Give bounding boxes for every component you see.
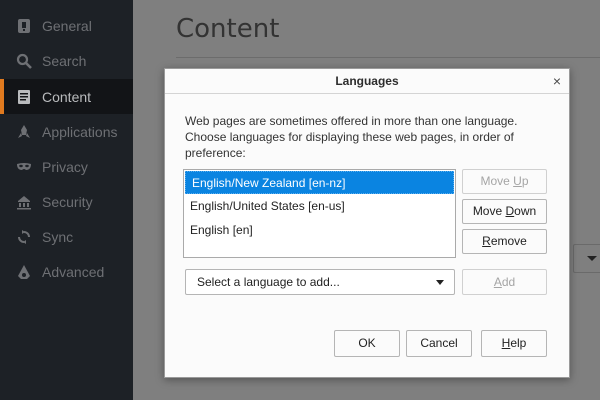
sidebar-item-label: Privacy xyxy=(42,158,88,175)
languages-dialog: Languages × Web pages are sometimes offe… xyxy=(164,68,570,378)
accelerator-key: U xyxy=(513,174,522,188)
sidebar-item-label: Sync xyxy=(42,228,74,245)
dialog-description: Web pages are sometimes offered in more … xyxy=(185,114,518,160)
dialog-title: Languages xyxy=(165,69,569,94)
close-icon[interactable]: × xyxy=(553,71,561,91)
general-icon xyxy=(15,17,33,35)
chevron-down-icon xyxy=(436,280,444,285)
accelerator-key: D xyxy=(505,204,515,218)
page-title: Content xyxy=(176,14,280,44)
sidebar-item-sync[interactable]: Sync xyxy=(0,219,133,254)
sidebar-item-label: Search xyxy=(42,52,87,69)
list-item[interactable]: English [en] xyxy=(184,219,455,242)
language-select[interactable]: Select a language to add... xyxy=(185,269,455,295)
ok-button[interactable]: OK xyxy=(334,330,400,357)
sidebar-item-label: Security xyxy=(42,193,93,210)
search-icon xyxy=(15,52,33,70)
content-icon xyxy=(15,88,33,106)
button-label: Move xyxy=(480,174,514,188)
privacy-mask-icon xyxy=(15,158,33,176)
chevron-down-icon xyxy=(587,256,597,261)
help-button[interactable]: Help xyxy=(481,330,547,357)
sidebar-item-label: Advanced xyxy=(42,263,105,280)
sidebar-item-label: Applications xyxy=(42,123,118,140)
sidebar-item-search[interactable]: Search xyxy=(0,43,133,78)
move-up-button[interactable]: Move Up xyxy=(462,169,547,194)
sidebar-item-security[interactable]: Security xyxy=(0,184,133,219)
button-label: elp xyxy=(510,336,527,350)
list-item[interactable]: English/United States [en-us] xyxy=(184,195,455,218)
remove-button[interactable]: Remove xyxy=(462,229,547,254)
move-down-button[interactable]: Move Down xyxy=(462,199,547,224)
language-list[interactable]: English/New Zealand [en-nz] English/Unit… xyxy=(183,169,456,258)
button-label: emove xyxy=(490,234,527,248)
button-label: dd xyxy=(501,275,516,289)
button-label: own xyxy=(514,204,537,218)
accelerator-key: R xyxy=(482,234,491,248)
add-button[interactable]: Add xyxy=(462,269,547,295)
list-item[interactable]: English/New Zealand [en-nz] xyxy=(185,171,454,194)
button-label: p xyxy=(521,174,529,188)
sidebar-item-privacy[interactable]: Privacy xyxy=(0,149,133,184)
sidebar-item-general[interactable]: General xyxy=(0,8,133,43)
background-dropdown xyxy=(573,244,600,273)
accelerator-key: A xyxy=(493,275,502,289)
title-divider xyxy=(176,57,600,58)
sync-icon xyxy=(15,228,33,246)
preferences-sidebar: General Search Content Applications Priv… xyxy=(0,0,133,400)
sidebar-item-advanced[interactable]: Advanced xyxy=(0,254,133,289)
sidebar-item-label: Content xyxy=(42,88,92,105)
select-value: Select a language to add... xyxy=(197,275,340,289)
sidebar-item-applications[interactable]: Applications xyxy=(0,114,133,149)
sidebar-item-content[interactable]: Content xyxy=(0,79,133,114)
sidebar-item-label: General xyxy=(42,17,92,34)
button-label: Move xyxy=(472,204,506,218)
security-icon xyxy=(15,193,33,211)
applications-icon xyxy=(15,123,33,141)
cancel-button[interactable]: Cancel xyxy=(406,330,472,357)
advanced-icon xyxy=(15,263,33,281)
